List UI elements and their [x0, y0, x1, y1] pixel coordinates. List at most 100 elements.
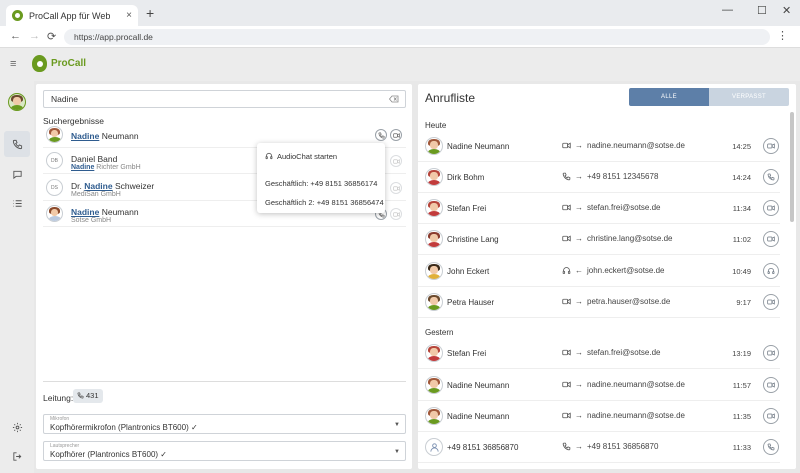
call-options-popup: AudioChat starten Geschäftlich: +49 8151…	[257, 143, 385, 213]
call-list-row[interactable]: Dirk Bohm → +49 8151 12345678 14:24	[418, 162, 780, 193]
rail-item-logout[interactable]	[4, 443, 30, 469]
contact-avatar	[46, 205, 63, 222]
call-list-row[interactable]: Stefan Frei → stefan.frei@sotse.de 11:34	[418, 193, 780, 224]
rail-item-settings[interactable]	[4, 414, 30, 440]
call-direction-arrow: →	[575, 442, 583, 451]
call-list-row[interactable]: Christine Lang → christine.lang@sotse.de 11…	[418, 224, 780, 255]
browser-tab-bar: ProCall App für Web × + — ☐ ✕	[0, 0, 800, 26]
call-list-row[interactable]: Nadine Neumann → nadine.neumann@sotse.de 11…	[418, 401, 780, 432]
callback-button[interactable]	[763, 263, 779, 279]
chevron-down-icon: ▼	[394, 449, 400, 455]
new-tab-icon[interactable]: +	[146, 5, 154, 21]
minimize-icon[interactable]: —	[722, 4, 733, 16]
result-name: Nadine Neumann	[71, 207, 139, 217]
call-contact-name: Nadine Neumann	[447, 142, 510, 151]
call-contact-name: Stefan Frei	[447, 204, 487, 213]
call-target-address: stefan.frei@sotse.de	[587, 348, 661, 357]
callback-button[interactable]	[763, 231, 779, 247]
call-business2-item[interactable]: Geschäftlich 2: +49 8151 36856474	[265, 198, 384, 207]
filter-all-button[interactable]: ALLE	[629, 88, 709, 106]
day-label-yesterday: Gestern	[425, 328, 454, 337]
callback-button[interactable]	[763, 138, 779, 154]
callback-button[interactable]	[763, 294, 779, 310]
callback-button[interactable]	[763, 377, 779, 393]
clear-search-icon[interactable]	[389, 95, 399, 103]
call-list-row[interactable]: +49 8151 36856870 → +49 8151 36856870 11:33	[418, 432, 780, 463]
callback-button[interactable]	[763, 200, 779, 216]
line-number-badge[interactable]: 431	[73, 389, 103, 403]
rail-item-calls[interactable]	[4, 131, 30, 157]
close-tab-icon[interactable]: ×	[126, 10, 132, 21]
back-icon[interactable]: ←	[10, 30, 21, 42]
video-call-button[interactable]	[390, 182, 402, 194]
call-time: 14:25	[732, 142, 751, 151]
video-call-button[interactable]	[390, 208, 402, 220]
nav-rail	[0, 81, 34, 473]
call-button[interactable]	[375, 129, 387, 141]
microphone-value: Kopfhörermikrofon (Plantronics BT600) ✓	[50, 423, 198, 432]
call-contact-name: John Eckert	[447, 267, 490, 276]
call-list-row[interactable]: John Eckert ← john.eckert@sotse.de 10:49	[418, 256, 780, 287]
address-bar: ← → ⟳ https://app.procall.de ⋮	[0, 26, 800, 48]
video-icon	[767, 299, 775, 305]
video-icon	[562, 381, 571, 388]
own-avatar[interactable]	[8, 93, 26, 111]
call-list-scrollbar[interactable]	[790, 112, 794, 222]
close-window-icon[interactable]: ✕	[782, 4, 791, 17]
call-target: → nadine.neumann@sotse.de	[562, 411, 685, 420]
speaker-select[interactable]: Lautsprecher Kopfhörer (Plantronics BT60…	[43, 441, 406, 461]
call-direction-arrow: →	[575, 234, 583, 243]
result-company: Nadine Richter GmbH	[71, 164, 141, 171]
call-time: 11:35	[732, 412, 751, 421]
video-icon	[767, 413, 775, 419]
call-direction-arrow: →	[575, 411, 583, 420]
video-icon	[392, 132, 400, 138]
contact-avatar	[425, 262, 443, 280]
contact-avatar	[425, 376, 443, 394]
call-target: → stefan.frei@sotse.de	[562, 348, 661, 357]
call-list-row[interactable]: Stefan Frei → stefan.frei@sotse.de 13:19	[418, 338, 780, 369]
microphone-select[interactable]: Mikrofon Kopfhörermikrofon (Plantronics …	[43, 414, 406, 434]
call-direction-arrow: →	[575, 348, 583, 357]
maximize-icon[interactable]: ☐	[757, 4, 767, 17]
call-time: 11:33	[732, 443, 751, 452]
call-target: → +49 8151 12345678	[562, 172, 658, 181]
contact-avatar	[425, 293, 443, 311]
contact-avatar-initials: DB	[46, 152, 63, 169]
call-direction-arrow: →	[575, 380, 583, 389]
search-input[interactable]: Nadine	[43, 90, 406, 108]
call-business-item[interactable]: Geschäftlich: +49 8151 36856174	[265, 179, 377, 188]
brand-name: ProCall	[51, 58, 87, 69]
audiochat-start-item[interactable]: AudioChat starten	[265, 152, 337, 161]
rail-item-list[interactable]	[4, 190, 30, 216]
search-panel: Nadine Suchergebnisse Nadine Neumann DB …	[36, 84, 412, 469]
call-list-panel: Anrufliste ALLE VERPASST Heute Gestern N…	[418, 84, 796, 469]
hamburger-menu-icon[interactable]: ≡	[10, 58, 16, 70]
callback-button[interactable]	[763, 408, 779, 424]
call-contact-name: Nadine Neumann	[447, 381, 510, 390]
url-input[interactable]: https://app.procall.de	[64, 29, 770, 45]
call-direction-arrow: →	[575, 141, 583, 150]
call-list-row[interactable]: Petra Hauser → petra.hauser@sotse.de 9:17	[418, 287, 780, 318]
contact-avatar	[425, 438, 443, 456]
reload-icon[interactable]: ⟳	[47, 30, 56, 43]
result-company: MediSan GmbH	[71, 191, 121, 198]
callback-button[interactable]	[763, 439, 779, 455]
rail-item-chat[interactable]	[4, 161, 30, 187]
browser-menu-icon[interactable]: ⋮	[777, 29, 788, 42]
call-list-row[interactable]: Nadine Neumann → nadine.neumann@sotse.de 11…	[418, 370, 780, 401]
logout-icon	[12, 451, 21, 461]
call-contact-name: Nadine Neumann	[447, 412, 510, 421]
video-call-button[interactable]	[390, 155, 402, 167]
phone-icon	[767, 173, 775, 181]
filter-missed-button[interactable]: VERPASST	[709, 88, 789, 106]
video-call-button[interactable]	[390, 129, 402, 141]
call-time: 9:17	[736, 298, 751, 307]
forward-icon[interactable]: →	[29, 30, 40, 42]
call-list-row[interactable]: Nadine Neumann → nadine.neumann@sotse.de 14…	[418, 131, 780, 162]
contact-avatar	[425, 199, 443, 217]
tab-title: ProCall App für Web	[29, 10, 111, 21]
callback-button[interactable]	[763, 169, 779, 185]
browser-tab[interactable]: ProCall App für Web ×	[6, 5, 138, 26]
callback-button[interactable]	[763, 345, 779, 361]
